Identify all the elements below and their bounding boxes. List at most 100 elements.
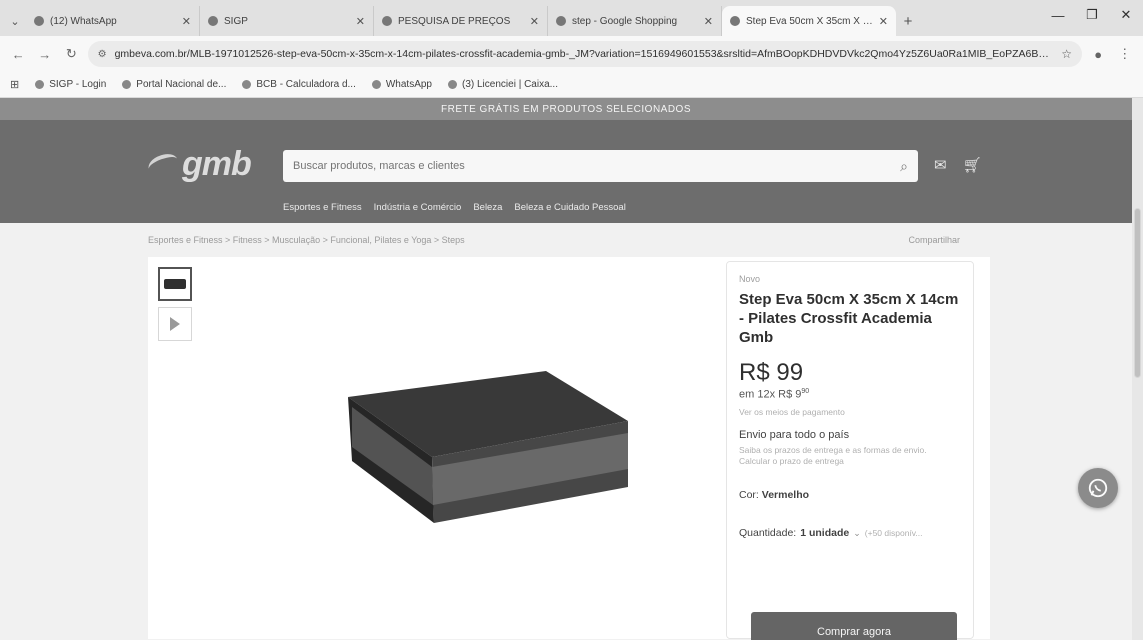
tab-title: Step Eva 50cm X 35cm X 14cm (746, 15, 873, 27)
page-viewport: FRETE GRÁTIS EM PRODUTOS SELECIONADOS gm… (0, 98, 1132, 640)
cart-icon[interactable]: 🛒︎ (963, 156, 982, 174)
bookmark-star-icon[interactable]: ☆ (1061, 47, 1072, 61)
buy-box: Novo Step Eva 50cm X 35cm X 14cm - Pilat… (726, 261, 974, 640)
url-field[interactable]: ⚙ gmbeva.com.br/MLB-1971012526-step-eva-… (87, 41, 1082, 67)
payment-methods-link[interactable]: Ver os meios de pagamento (739, 407, 961, 417)
bookmark-favicon-icon (122, 80, 132, 89)
condition-label: Novo (739, 274, 761, 284)
stock-available: (+50 disponív... (864, 527, 923, 538)
bookmark-item[interactable]: SIGP - Login (35, 79, 106, 90)
browser-tab[interactable]: SIGP ✕ (200, 6, 374, 36)
bookmark-item[interactable]: (3) Licenciei | Caixa... (448, 79, 558, 90)
minimize-icon[interactable]: — (1041, 0, 1075, 30)
search-input[interactable] (293, 160, 901, 172)
maximize-icon[interactable]: ❐ (1075, 0, 1109, 30)
site-logo[interactable]: gmb (145, 142, 278, 186)
logo-text: gmb (182, 144, 252, 183)
tab-close-icon[interactable]: ✕ (530, 15, 539, 28)
buy-now-button[interactable]: Comprar agora (751, 612, 957, 640)
new-tab-button[interactable]: + (896, 6, 920, 36)
tab-close-icon[interactable]: ✕ (704, 15, 713, 28)
bookmark-item[interactable]: BCB - Calculadora d... (242, 79, 356, 90)
breadcrumb-row: Esportes e Fitness > Fitness > Musculaçã… (0, 223, 1132, 257)
site-favicon-icon (208, 16, 218, 26)
color-row: Cor: Vermelho (739, 489, 961, 501)
category-link[interactable]: Esportes e Fitness (283, 202, 362, 213)
color-label: Cor: (739, 488, 759, 501)
category-link[interactable]: Beleza (473, 202, 502, 213)
shipping-note[interactable]: Saiba os prazos de entrega e as formas d… (739, 445, 961, 456)
bookmark-label: BCB - Calculadora d... (256, 79, 356, 90)
bookmark-item[interactable]: Portal Nacional de... (122, 79, 226, 90)
shipping-title: Envio para todo o país (739, 428, 850, 441)
bookmark-item[interactable]: WhatsApp (371, 79, 432, 90)
scrollbar-thumb[interactable] (1134, 208, 1141, 378)
promo-banner[interactable]: FRETE GRÁTIS EM PRODUTOS SELECIONADOS (0, 98, 1132, 120)
whatsapp-icon (1088, 478, 1108, 498)
url-text[interactable]: gmbeva.com.br/MLB-1971012526-step-eva-50… (115, 48, 1054, 60)
whatsapp-chat-button[interactable] (1078, 468, 1118, 508)
quantity-value[interactable]: 1 unidade (800, 527, 849, 539)
bookmark-label: WhatsApp (385, 79, 432, 90)
bookmark-favicon-icon (448, 80, 457, 89)
header-icons: ✉ 🛒︎ (934, 156, 982, 174)
site-favicon-icon (382, 16, 392, 26)
back-icon[interactable]: ← (8, 43, 29, 65)
site-info-icon[interactable]: ⚙ (98, 49, 107, 60)
tab-title: SIGP (224, 15, 248, 27)
browser-tab[interactable]: step - Google Shopping ✕ (548, 6, 722, 36)
tab-close-icon[interactable]: ✕ (356, 15, 365, 28)
bookmark-favicon-icon (242, 80, 252, 89)
browser-tab[interactable]: PESQUISA DE PREÇOS ✕ (374, 6, 548, 36)
close-icon[interactable]: ✕ (1109, 0, 1143, 30)
forward-icon[interactable]: → (35, 43, 56, 65)
browser-tab[interactable]: (12) WhatsApp ✕ (26, 6, 200, 36)
address-bar: ← → ↻ ⚙ gmbeva.com.br/MLB-1971012526-ste… (0, 36, 1143, 72)
apps-grid-icon[interactable]: ⊞ (10, 78, 19, 91)
share-link[interactable]: Compartilhar (908, 235, 960, 245)
logo-swoosh-icon (145, 150, 181, 178)
quantity-selector[interactable]: Quantidade: 1 unidade ⌄ (+50 disponív... (739, 527, 961, 539)
menu-kebab-icon[interactable]: ⋮ (1114, 43, 1135, 65)
category-nav: Esportes e Fitness Indústria e Comércio … (283, 202, 626, 213)
thumbnail-video[interactable] (158, 307, 192, 341)
tab-search-icon[interactable]: ⌄ (4, 6, 26, 36)
tab-close-icon[interactable]: ✕ (182, 15, 191, 28)
thumbnail-image[interactable] (158, 267, 192, 301)
bookmark-label: Portal Nacional de... (136, 79, 227, 90)
installments: em 12x R$ 990 (739, 388, 961, 401)
step-thumbnail-icon (164, 279, 186, 289)
play-icon (170, 317, 180, 331)
color-value: Vermelho (761, 488, 810, 501)
site-favicon-icon (730, 16, 740, 26)
browser-tab-active[interactable]: Step Eva 50cm X 35cm X 14cm ✕ (722, 6, 896, 36)
bookmark-label: (3) Licenciei | Caixa... (462, 79, 558, 90)
browser-tab-strip: ⌄ (12) WhatsApp ✕ SIGP ✕ PESQUISA DE PRE… (0, 0, 1143, 36)
bookmarks-bar: ⊞ SIGP - Login Portal Nacional de... BCB… (0, 72, 1143, 98)
tab-title: PESQUISA DE PREÇOS (398, 15, 511, 27)
installments-cents: 90 (801, 388, 810, 395)
profile-icon[interactable]: ● (1088, 43, 1109, 65)
whatsapp-favicon-icon (371, 80, 381, 89)
shipping-calc-link[interactable]: Calcular o prazo de entrega (739, 456, 961, 467)
tab-title: (12) WhatsApp (50, 15, 117, 27)
tab-title: step - Google Shopping (572, 15, 678, 27)
search-bar: ⌕ (283, 150, 918, 182)
chevron-down-icon[interactable]: ⌄ (853, 528, 861, 539)
mail-icon[interactable]: ✉ (934, 156, 947, 174)
quantity-label: Quantidade: (739, 526, 797, 539)
installments-text: em 12x R$ 9 (739, 388, 802, 401)
site-header: gmb ⌕ ✉ 🛒︎ Esportes e Fitness Indústria … (0, 120, 1132, 223)
product-card: Novo Step Eva 50cm X 35cm X 14cm - Pilat… (148, 257, 990, 640)
tab-close-icon[interactable]: ✕ (879, 15, 888, 28)
category-link[interactable]: Beleza e Cuidado Pessoal (514, 202, 625, 213)
reload-icon[interactable]: ↻ (61, 43, 82, 65)
product-image[interactable] (228, 277, 718, 637)
search-icon[interactable]: ⌕ (900, 158, 908, 175)
category-link[interactable]: Indústria e Comércio (374, 202, 462, 213)
thumbnail-list (158, 267, 192, 341)
breadcrumb[interactable]: Esportes e Fitness > Fitness > Musculaçã… (148, 235, 465, 245)
page-scrollbar[interactable] (1132, 98, 1143, 640)
product-title: Step Eva 50cm X 35cm X 14cm - Pilates Cr… (739, 291, 959, 346)
whatsapp-favicon-icon (34, 16, 44, 26)
